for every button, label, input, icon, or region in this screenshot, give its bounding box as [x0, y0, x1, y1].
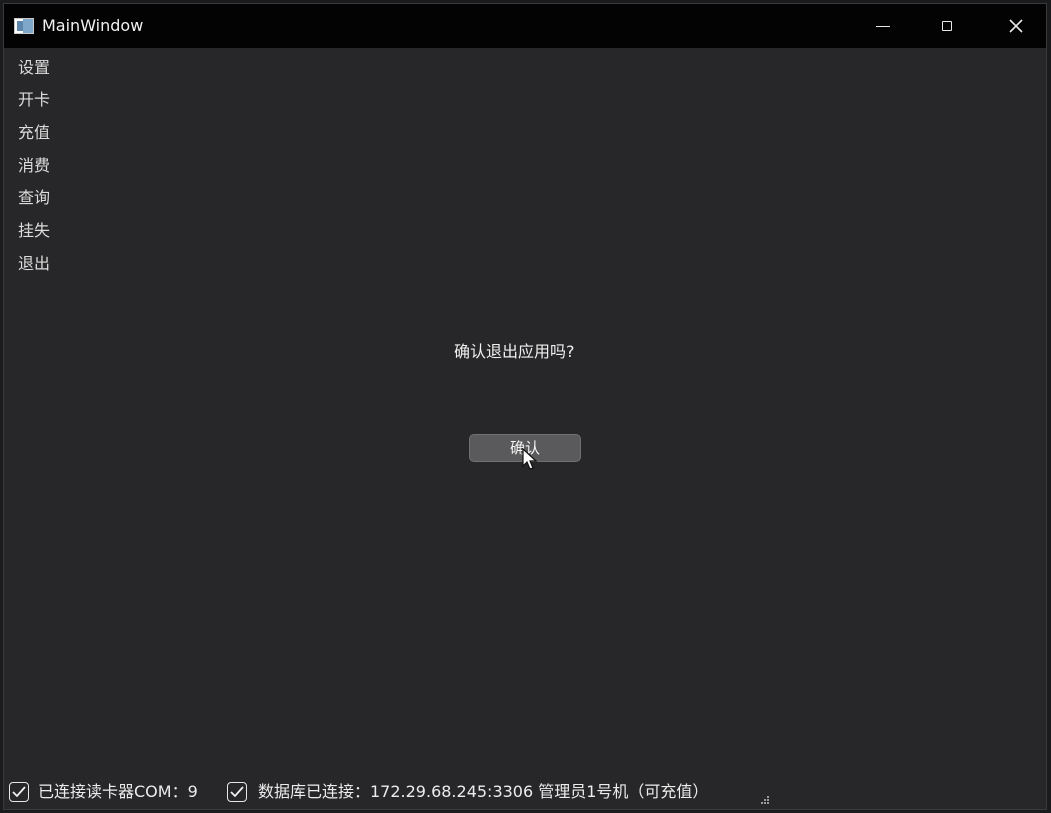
checkmark-icon: [230, 786, 244, 798]
close-icon: [1009, 19, 1023, 33]
sidebar-item-exit[interactable]: 退出: [18, 252, 50, 276]
sidebar-item-recharge[interactable]: 充值: [18, 121, 50, 145]
status-bar: 已连接读卡器COM：9 数据库已连接：172.29.68.245:3306 管理…: [4, 779, 1046, 809]
window-app-icon: [14, 18, 34, 34]
reader-status-text: 已连接读卡器COM：9: [38, 782, 198, 801]
exit-confirm-message: 确认退出应用吗?: [454, 342, 575, 361]
window-title: MainWindow: [42, 16, 144, 35]
sidebar-item-open-card[interactable]: 开卡: [18, 88, 50, 112]
title-bar[interactable]: MainWindow: [4, 4, 1046, 48]
close-button[interactable]: [982, 4, 1046, 48]
sidebar-item-query[interactable]: 查询: [18, 186, 50, 210]
db-connected-checkbox[interactable]: [227, 782, 247, 802]
sidebar-item-consume[interactable]: 消费: [18, 154, 50, 178]
mouse-cursor-icon: [522, 448, 538, 470]
resize-grip-icon[interactable]: [760, 795, 770, 805]
checkmark-icon: [12, 786, 26, 798]
sidebar-item-settings[interactable]: 设置: [18, 56, 50, 80]
maximize-button[interactable]: [914, 4, 980, 48]
sidebar-item-report-loss[interactable]: 挂失: [18, 219, 50, 243]
main-window: MainWindow 设置 开卡 充值 消费 查询 挂失 退出 确认退出应用吗?…: [3, 3, 1047, 810]
db-status-text: 数据库已连接：172.29.68.245:3306 管理员1号机（可充值）: [258, 782, 709, 801]
reader-connected-checkbox[interactable]: [9, 782, 29, 802]
